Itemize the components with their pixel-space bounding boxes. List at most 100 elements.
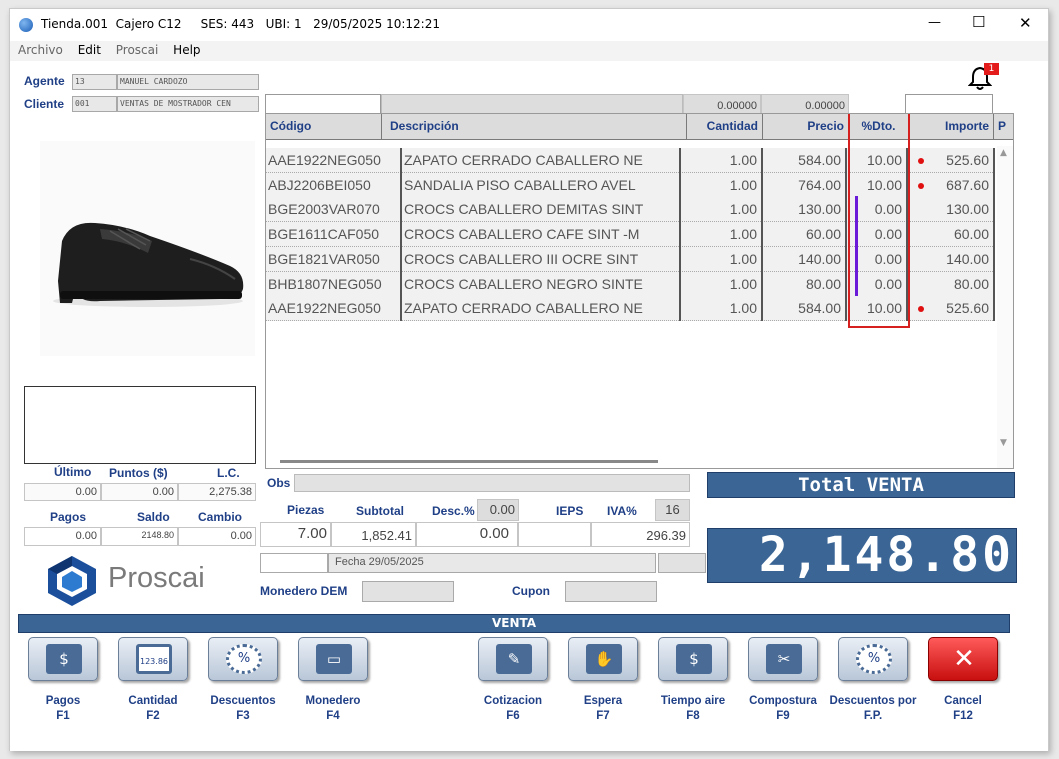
fkey-button-8[interactable]: % [838, 637, 908, 681]
menu-edit[interactable]: Edit [78, 43, 101, 57]
piezas-value: 7.00 [260, 522, 331, 547]
cell-code: BGE1611CAF050 [266, 222, 402, 248]
obs-field[interactable] [294, 474, 690, 492]
notes-box[interactable] [24, 386, 256, 464]
cell-description: SANDALIA PISO CABALLERO AVEL [402, 172, 681, 198]
col-header-p[interactable]: P [994, 114, 1013, 140]
fkey-button-9[interactable]: ✕ [928, 637, 998, 681]
fkey-shortcut: F6 [506, 710, 520, 722]
fkey-name: Cancel [944, 695, 982, 707]
cell-price: 60.00 [763, 222, 847, 248]
menu-help[interactable]: Help [173, 43, 200, 57]
phone-dollar-icon: $ [676, 644, 712, 674]
horizontal-scrollbar[interactable] [280, 460, 658, 463]
fkey-button-3[interactable]: ▭ [298, 637, 368, 681]
col-header-codigo[interactable]: Código [266, 114, 382, 140]
minimize-button[interactable]: — [928, 15, 941, 30]
edit-document-icon: ✎ [496, 644, 532, 674]
saldo-label: Saldo [137, 510, 170, 524]
fkey-name: Monedero [305, 695, 361, 707]
fkey-button-6[interactable]: $ [658, 637, 728, 681]
fkey-button-2[interactable]: % [208, 637, 278, 681]
scroll-down-arrow[interactable]: ▼ [1000, 438, 1007, 448]
cell-code: AAE1922NEG050 [266, 148, 402, 173]
app-globe-icon [19, 18, 33, 32]
monedero-field[interactable] [362, 581, 454, 602]
card-icon: ▭ [316, 644, 352, 674]
cupon-field[interactable] [565, 581, 657, 602]
cell-quantity: 1.00 [681, 271, 763, 297]
scissors-icon: ✂ [766, 644, 802, 674]
scroll-up-arrow[interactable]: ▲ [1000, 148, 1007, 158]
bell-icon[interactable]: 1 [967, 63, 999, 91]
logo-wordmark: Proscai [108, 562, 205, 594]
main-panel: Agente 13 MANUEL CARDOZO Cliente 001 VEN… [10, 61, 1048, 751]
cell-price: 584.00 [763, 148, 847, 173]
fkey-label-8: Descuentos por F.P. [823, 694, 923, 724]
close-button[interactable]: ✕ [1019, 14, 1032, 32]
cell-description: CROCS CABALLERO III OCRE SINT [402, 246, 681, 272]
fkey-label-4: Cotizacion F6 [463, 694, 563, 724]
cell-description: CROCS CABALLERO DEMITAS SINT [402, 197, 681, 223]
cell-amount: 130.00 [908, 197, 995, 223]
fkey-name: Descuentos [210, 695, 276, 707]
total-amount: 2,148.80 [758, 528, 1014, 583]
percent-badge-icon: % [226, 644, 262, 674]
col-header-precio[interactable]: Precio [763, 114, 849, 140]
cell-quantity: 1.00 [681, 197, 763, 223]
cell-price: 130.00 [763, 197, 847, 223]
product-image [40, 141, 255, 356]
fkey-name: Cantidad [128, 695, 178, 707]
cancel-x-icon: ✕ [953, 644, 975, 674]
title-bar: Tienda.001 Cajero C12 SES: 443 UBI: 1 29… [10, 9, 1048, 41]
keypad-icon: 123.86 [136, 644, 172, 674]
cell-quantity: 1.00 [681, 222, 763, 248]
client-code-field[interactable]: 001 [72, 96, 117, 112]
discount-dot-marker [918, 158, 924, 164]
iva-label: IVA% [607, 504, 637, 518]
menu-archivo[interactable]: Archivo [18, 43, 63, 57]
fkey-button-7[interactable]: ✂ [748, 637, 818, 681]
fkey-label-2: Descuentos F3 [193, 694, 293, 724]
col-header-cantidad[interactable]: Cantidad [687, 114, 763, 140]
vertical-scrollbar[interactable]: ▲ ▼ [997, 146, 1013, 468]
fkey-name: Espera [583, 695, 623, 707]
cell-description: ZAPATO CERRADO CABALLERO NE [402, 296, 681, 322]
cambio-value: 0.00 [178, 527, 256, 546]
ieps-label: IEPS [556, 504, 584, 518]
fkey-button-4[interactable]: ✎ [478, 637, 548, 681]
agent-name-field: MANUEL CARDOZO [117, 74, 259, 90]
maximize-button[interactable]: ☐ [972, 13, 985, 31]
pagos-label: Pagos [50, 510, 87, 524]
fkey-shortcut: F4 [326, 710, 340, 722]
desc-label: Desc.% [432, 504, 475, 518]
fecha-field: Fecha 29/05/2025 [328, 553, 656, 573]
fkey-button-5[interactable]: ✋ [568, 637, 638, 681]
agent-code-field[interactable]: 13 [72, 74, 117, 90]
col-header-importe[interactable]: Importe [909, 114, 994, 140]
total-label-box: Total VENTA [707, 472, 1015, 498]
fkey-label-7: Compostura F9 [733, 694, 833, 724]
fkey-button-1[interactable]: 123.86 [118, 637, 188, 681]
menu-proscai[interactable]: Proscai [116, 43, 159, 57]
fkey-shortcut: F2 [146, 710, 160, 722]
fkey-name: Tiempo aire [660, 695, 726, 707]
cell-price: 140.00 [763, 246, 847, 272]
desc-pct-field[interactable]: 0.00 [477, 499, 519, 521]
fkey-name: Cotizacion [483, 695, 543, 707]
fkey-button-0[interactable]: $ [28, 637, 98, 681]
discount-dot-marker [918, 182, 924, 189]
cell-description: CROCS CABALLERO NEGRO SINTE [402, 271, 681, 297]
fkey-label-6: Tiempo aire F8 [643, 694, 743, 724]
iva-pct-field[interactable]: 16 [655, 499, 690, 521]
cell-quantity: 1.00 [681, 246, 763, 272]
obs-label: Obs [267, 476, 291, 490]
hand-icon: ✋ [586, 644, 622, 674]
app-window: Tienda.001 Cajero C12 SES: 443 UBI: 1 29… [9, 8, 1049, 751]
cell-amount: 140.00 [908, 246, 995, 272]
fkey-label-9: Cancel F12 [913, 694, 1013, 724]
col-header-descripcion[interactable]: Descripción [382, 114, 687, 140]
cell-price: 80.00 [763, 271, 847, 297]
fkey-label-3: Monedero F4 [283, 694, 383, 724]
fkey-shortcut: F1 [56, 710, 70, 722]
